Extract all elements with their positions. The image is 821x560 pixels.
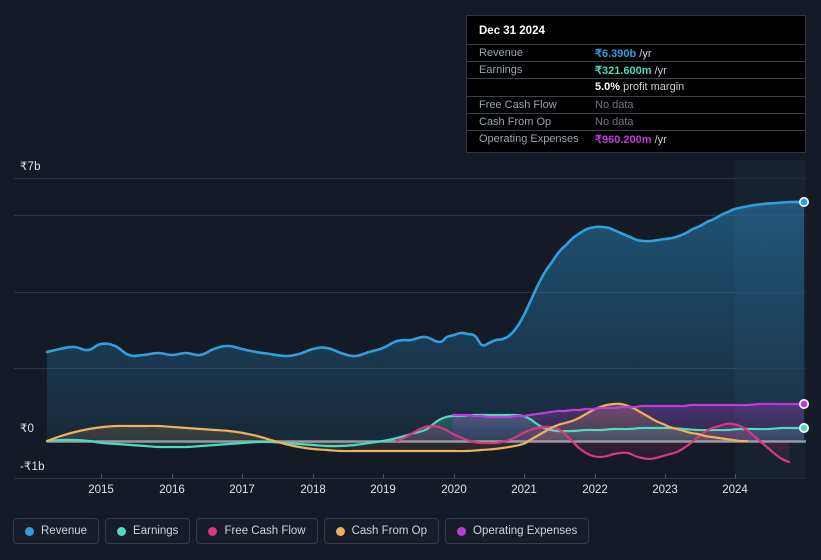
legend-item-operating-expenses[interactable]: Operating Expenses xyxy=(445,518,590,544)
legend-item-label: Operating Expenses xyxy=(473,525,578,537)
legend-item-earnings[interactable]: Earnings xyxy=(105,518,191,544)
x-axis-label-2019: 2019 xyxy=(370,484,396,496)
y-axis-label: -₹1b xyxy=(20,461,45,473)
y-axis-label: ₹7b xyxy=(20,161,41,173)
legend-item-label: Earnings xyxy=(133,525,179,537)
legend-swatch-icon xyxy=(25,526,34,536)
legend-item-label: Cash From Op xyxy=(351,525,428,537)
x-axis-label-2023: 2023 xyxy=(652,484,678,496)
tooltip-row: 5.0% profit margin xyxy=(467,78,805,95)
endpoint-marker-operating-expenses[interactable] xyxy=(798,398,809,409)
tooltip-rows: Revenue ₹6.390b /yr Earnings ₹321.600m /yr 5… xyxy=(467,44,805,147)
x-axis-label-2022: 2022 xyxy=(582,484,608,496)
legend-item-revenue[interactable]: Revenue xyxy=(13,518,100,544)
endpoint-marker-revenue[interactable] xyxy=(798,197,809,208)
data-tooltip: Dec 31 2024 Revenue ₹6.390b /yr Earnings ₹3… xyxy=(466,15,806,153)
legend-swatch-icon xyxy=(208,526,218,536)
tooltip-row: Free Cash Flow No data xyxy=(467,95,805,113)
x-axis-label-2015: 2015 xyxy=(88,484,114,496)
tooltip-row-label: Free Cash Flow xyxy=(479,98,557,111)
tooltip-row-value: ₹6.390b /yr xyxy=(595,47,652,60)
tooltip-row-value: No data xyxy=(595,115,634,128)
tooltip-row-value: No data xyxy=(595,98,634,111)
x-axis-label-2024: 2024 xyxy=(722,484,748,496)
tooltip-row-label: Operating Expenses xyxy=(479,133,579,146)
legend-item-free-cash-flow[interactable]: Free Cash Flow xyxy=(196,518,318,544)
y-axis-label: ₹0 xyxy=(20,423,35,435)
legend-swatch-icon xyxy=(457,526,467,536)
tooltip-row-label: Cash From Op xyxy=(479,115,552,128)
legend-swatch-icon xyxy=(335,526,345,536)
financials-chart-widget: ₹7b ₹0 -₹1b 2015 2016 2017 2018 2019 2020 2021 20… xyxy=(0,0,821,560)
tooltip-row-label: Earnings xyxy=(479,64,523,77)
tooltip-row-value: ₹321.600m /yr xyxy=(595,64,667,77)
tooltip-row: Cash From Op No data xyxy=(467,112,805,130)
legend-item-cash-from-op[interactable]: Cash From Op xyxy=(323,518,440,544)
x-axis-label-2017: 2017 xyxy=(229,484,255,496)
legend-item-label: Free Cash Flow xyxy=(224,525,306,537)
tooltip-row: Earnings ₹321.600m /yr xyxy=(467,61,805,78)
x-axis-label-2021: 2021 xyxy=(511,484,537,496)
x-axis-label-2016: 2016 xyxy=(159,484,185,496)
endpoint-marker-earnings[interactable] xyxy=(798,422,809,433)
tooltip-date: Dec 31 2024 xyxy=(479,25,545,37)
tooltip-row-value: ₹960.200m /yr xyxy=(595,133,667,146)
x-axis-label-2018: 2018 xyxy=(300,484,326,496)
x-axis-label-2020: 2020 xyxy=(441,484,467,496)
series-area-fills xyxy=(47,201,804,462)
legend-item-label: Revenue xyxy=(41,525,88,537)
tooltip-row: Revenue ₹6.390b /yr xyxy=(467,44,805,61)
tooltip-row-value: 5.0% profit margin xyxy=(595,81,685,94)
tooltip-row-label: Revenue xyxy=(479,47,524,60)
legend-swatch-icon xyxy=(117,526,127,536)
chart-legend[interactable]: Revenue Earnings Free Cash Flow Cash From O… xyxy=(13,518,590,544)
tooltip-row: Operating Expenses ₹960.200m /yr xyxy=(467,129,805,147)
